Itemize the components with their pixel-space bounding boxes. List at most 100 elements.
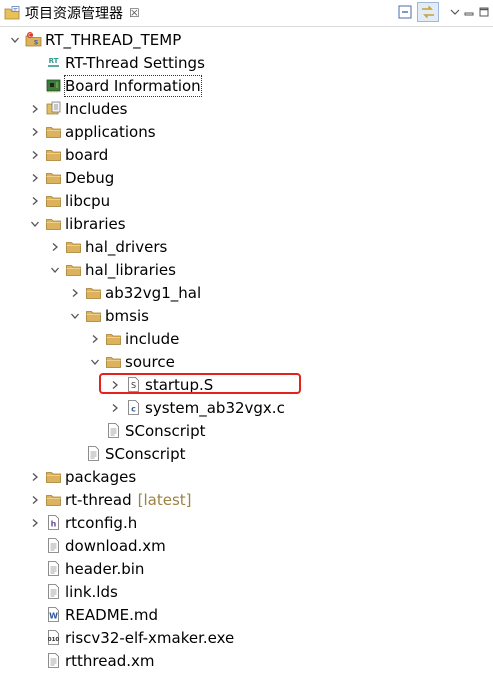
tree-item-label: libcpu <box>65 191 111 210</box>
tree-item-decoration: [latest] <box>137 490 192 509</box>
tree-item-label: riscv32-elf-xmaker.exe <box>65 628 235 647</box>
tree-item[interactable]: include <box>0 327 179 350</box>
folder-icon <box>45 169 62 186</box>
collapse-chevron-icon[interactable] <box>29 517 41 529</box>
text-file-icon <box>45 652 62 669</box>
h-file-icon: h <box>45 514 62 531</box>
folder-icon <box>45 468 62 485</box>
minimize-button[interactable] <box>463 2 475 22</box>
folder-icon <box>45 123 62 140</box>
tree-item-label: RT_THREAD_TEMP <box>45 30 182 49</box>
tree-item-label: Debug <box>65 168 115 187</box>
collapse-all-icon <box>398 5 412 19</box>
tree-item[interactable]: hal_libraries <box>0 258 176 281</box>
folder-icon <box>85 284 102 301</box>
collapse-chevron-icon[interactable] <box>29 195 41 207</box>
tree-item-label: README.md <box>65 605 159 624</box>
tree-item[interactable]: SConscript <box>0 419 205 442</box>
tree-item-label: rtconfig.h <box>65 513 138 532</box>
tree-item[interactable]: board <box>0 143 108 166</box>
tree-item[interactable]: Debug <box>0 166 114 189</box>
svg-text:C: C <box>28 33 32 39</box>
text-file-icon <box>105 422 122 439</box>
tree-item-label: SConscript <box>125 421 206 440</box>
expand-chevron-icon[interactable] <box>69 310 81 322</box>
tree-item[interactable]: h rtconfig.h <box>0 511 137 534</box>
collapse-chevron-icon[interactable] <box>109 402 121 414</box>
svg-text:h: h <box>51 520 57 529</box>
tree-item[interactable]: bmsis <box>0 304 149 327</box>
tree-item[interactable]: header.bin <box>0 557 144 580</box>
tree-item[interactable]: ab32vg1_hal <box>0 281 201 304</box>
tree-item-label: Includes <box>65 99 128 118</box>
collapse-chevron-icon[interactable] <box>69 287 81 299</box>
link-with-editor-button[interactable] <box>417 2 439 22</box>
close-icon[interactable]: ☒ <box>129 6 140 20</box>
svg-text:c: c <box>131 405 136 414</box>
tree-item-label: system_ab32vgx.c <box>145 398 285 417</box>
board-info-icon <box>45 77 62 94</box>
svg-text:S: S <box>34 40 38 47</box>
tree-item[interactable]: source <box>0 350 175 373</box>
includes-icon <box>45 100 62 117</box>
tree-item[interactable]: rtthread.xm <box>0 649 154 672</box>
tree-item[interactable]: link.lds <box>0 580 118 603</box>
tree-item[interactable]: packages <box>0 465 136 488</box>
collapse-chevron-icon[interactable] <box>49 241 61 253</box>
collapse-chevron-icon[interactable] <box>29 149 41 161</box>
tree-item[interactable]: applications <box>0 120 156 143</box>
tree-item[interactable]: download.xm <box>0 534 166 557</box>
tree-item[interactable]: c system_ab32vgx.c <box>0 396 285 419</box>
tree-item-label: link.lds <box>65 582 118 601</box>
tree-item[interactable]: RT RT-Thread Settings <box>0 51 205 74</box>
expand-chevron-icon[interactable] <box>89 356 101 368</box>
tree-item[interactable]: hal_drivers <box>0 235 167 258</box>
collapse-chevron-icon[interactable] <box>29 471 41 483</box>
collapse-all-button[interactable] <box>396 2 414 22</box>
text-file-icon <box>85 445 102 462</box>
tree-item[interactable]: C S RT_THREAD_TEMP <box>0 28 181 51</box>
collapse-chevron-icon[interactable] <box>89 333 101 345</box>
expand-chevron-icon[interactable] <box>49 264 61 276</box>
view-title: 项目资源管理器 <box>25 6 123 22</box>
collapse-chevron-icon[interactable] <box>29 494 41 506</box>
tree-item[interactable]: Includes <box>0 97 127 120</box>
project-explorer-tab[interactable]: 项目资源管理器 ☒ <box>0 0 140 26</box>
tree-item-label: Board Information <box>64 74 202 97</box>
tree-item-label: hal_drivers <box>85 237 168 256</box>
tree-item-label: rt-thread <box>65 490 132 509</box>
text-file-icon <box>45 537 62 554</box>
view-menu-button[interactable] <box>448 2 462 22</box>
tree-item[interactable]: Board Information <box>0 74 202 97</box>
tree-item[interactable]: libcpu <box>0 189 110 212</box>
tree-item[interactable]: libraries <box>0 212 126 235</box>
collapse-chevron-icon[interactable] <box>29 172 41 184</box>
text-file-icon <box>45 583 62 600</box>
link-with-editor-icon <box>422 5 434 19</box>
collapse-chevron-icon[interactable] <box>29 126 41 138</box>
expand-chevron-icon[interactable] <box>9 34 21 46</box>
tree-item[interactable]: 010 riscv32-elf-xmaker.exe <box>0 626 235 649</box>
tree-item[interactable]: W README.md <box>0 603 158 626</box>
tree-item[interactable]: rt-thread [latest] <box>0 488 192 511</box>
tree-item-label: SConscript <box>105 444 186 463</box>
maximize-icon <box>479 7 489 17</box>
expand-chevron-icon[interactable] <box>29 218 41 230</box>
maximize-button[interactable] <box>478 2 490 22</box>
svg-text:010: 010 <box>48 637 60 643</box>
c-file-icon: c <box>125 399 142 416</box>
tree-item-label: bmsis <box>105 306 149 325</box>
folder-icon <box>45 192 62 209</box>
tree-item[interactable]: SConscript <box>0 442 185 465</box>
view-title-bar: 项目资源管理器 ☒ <box>0 0 493 27</box>
project-explorer-icon <box>4 5 20 21</box>
collapse-chevron-icon[interactable] <box>29 103 41 115</box>
